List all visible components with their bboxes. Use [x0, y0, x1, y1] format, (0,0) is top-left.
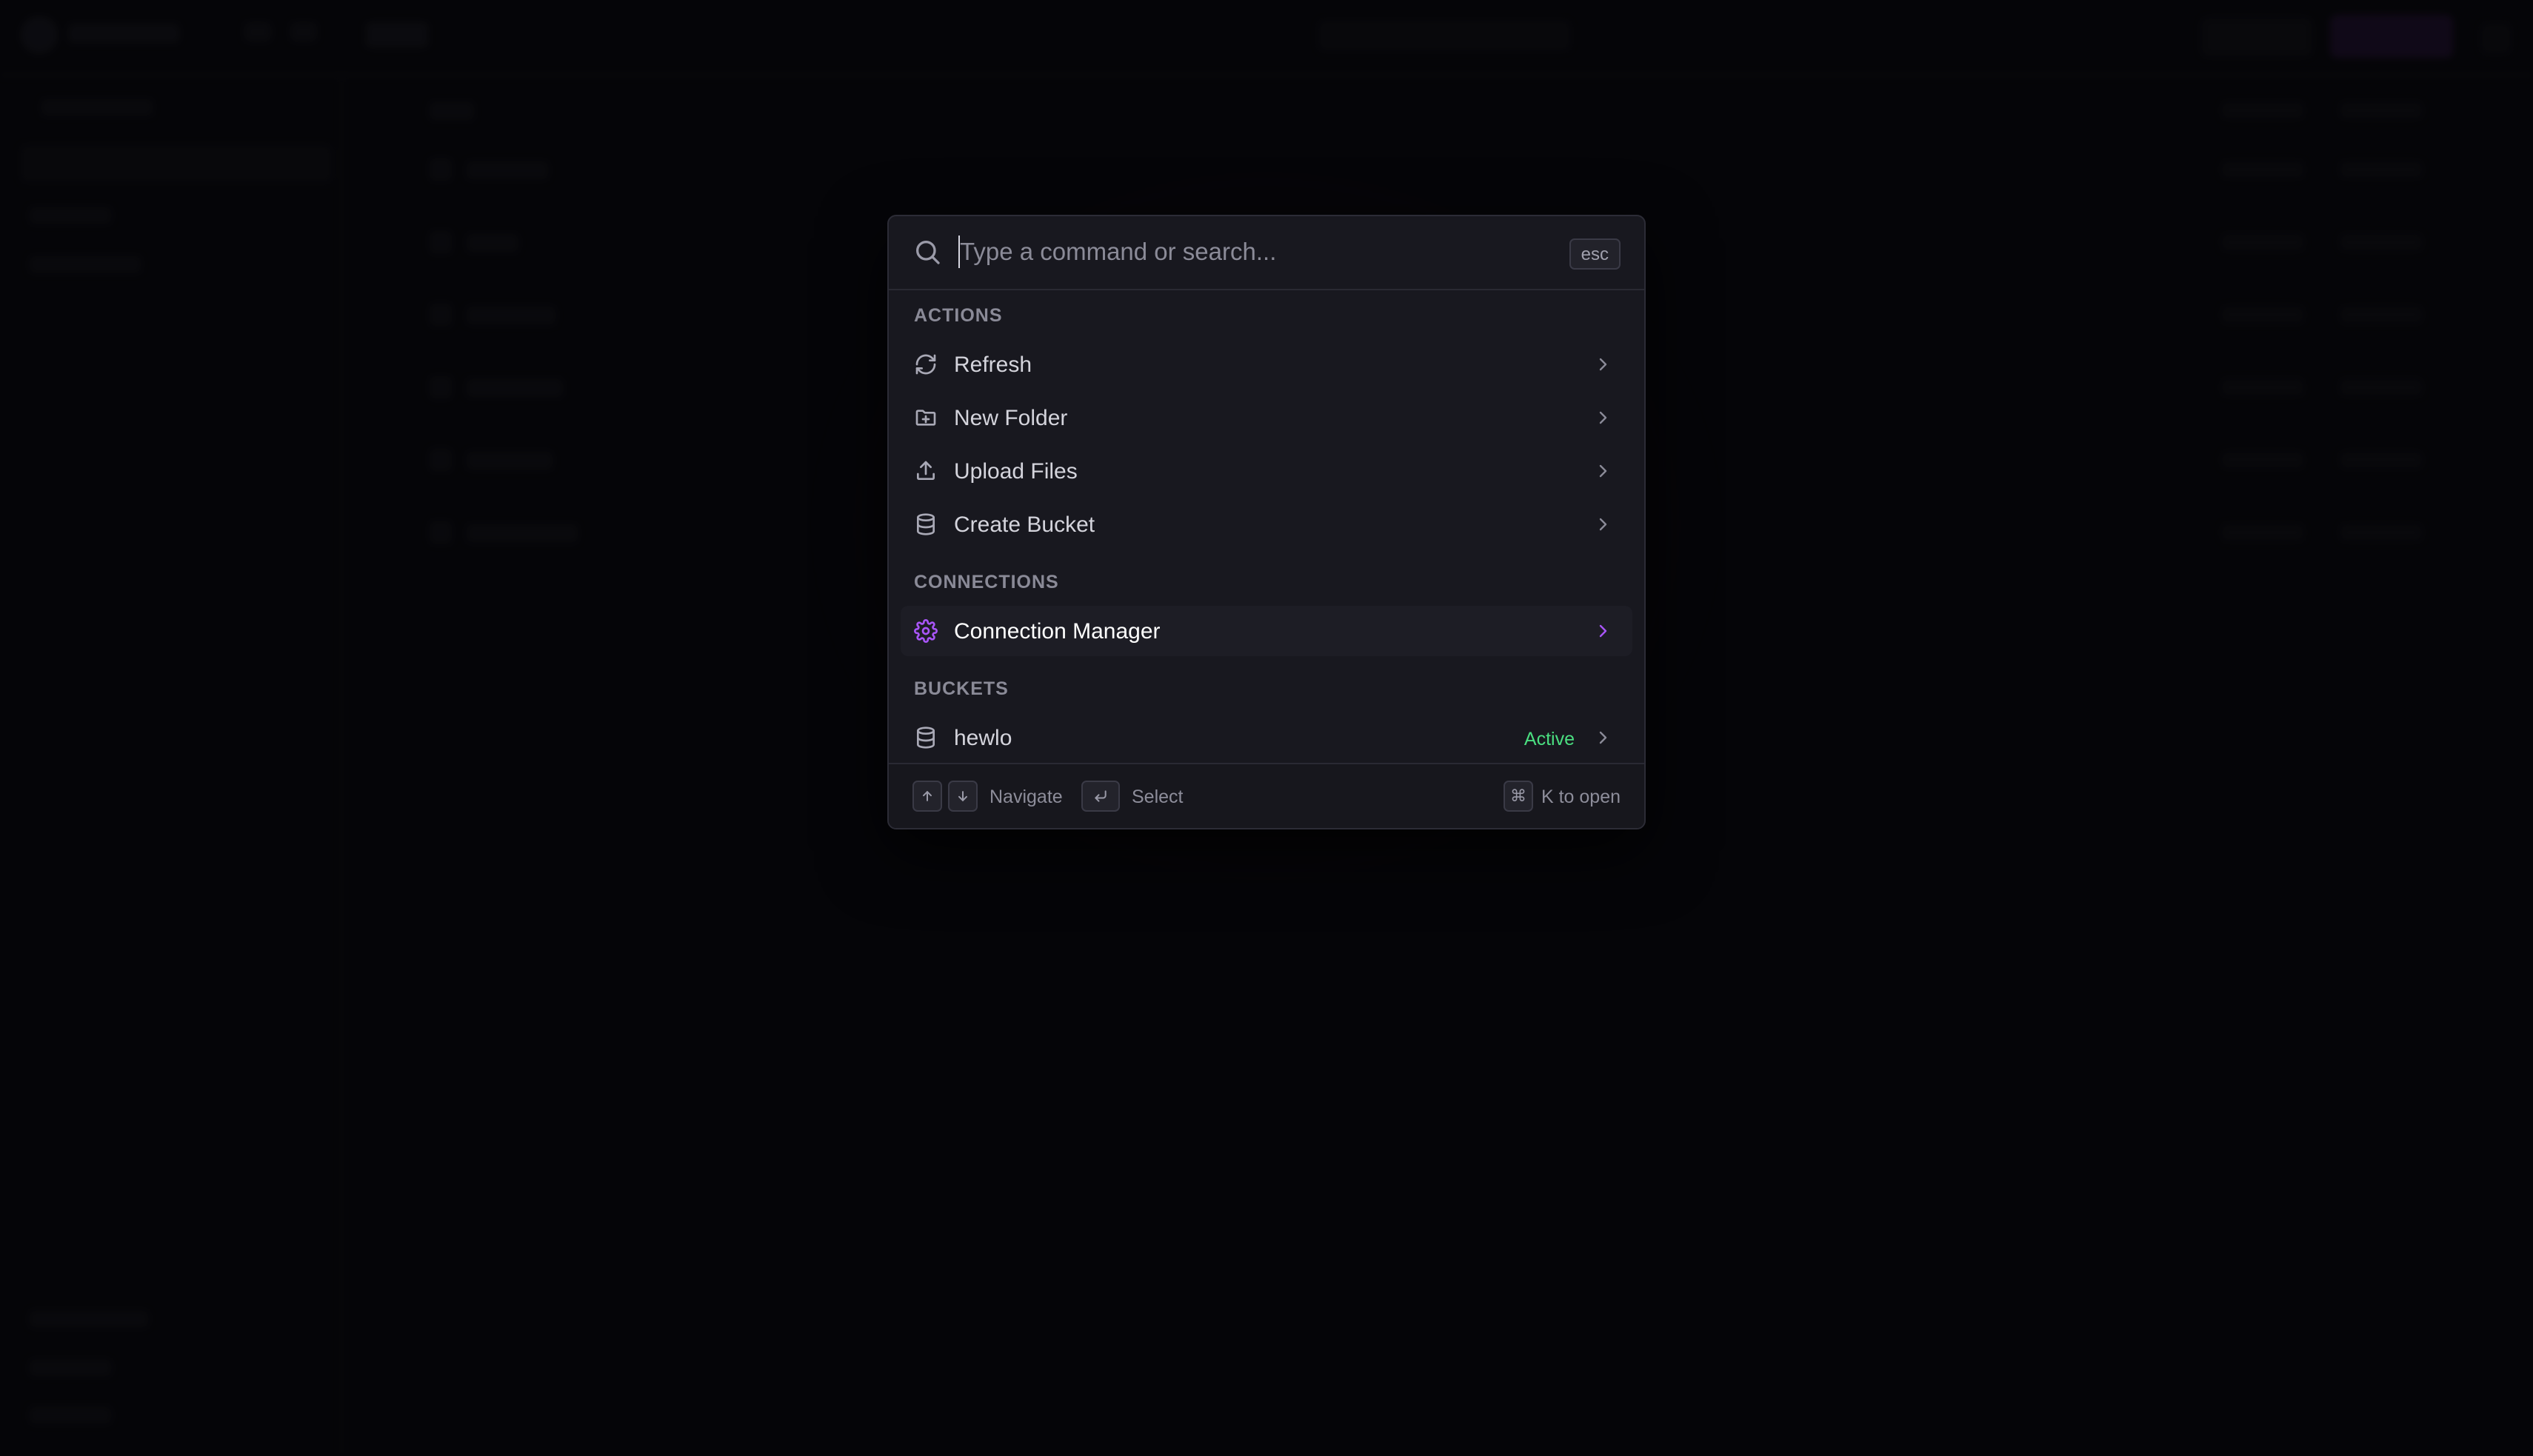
- group-label-connections: CONNECTIONS: [914, 572, 1059, 592]
- command-item-upload-files[interactable]: Upload Files: [901, 446, 1632, 496]
- arrow-up-icon: [923, 791, 932, 801]
- command-item-new-folder[interactable]: New Folder: [901, 393, 1632, 443]
- chevron-right-icon: [1599, 624, 1607, 638]
- command-item-connection-manager[interactable]: Connection Manager: [901, 606, 1632, 656]
- esc-key-badge[interactable]: esc: [1569, 238, 1621, 270]
- refresh-icon: [915, 354, 936, 375]
- group-label-buckets: BUCKETS: [914, 678, 1009, 699]
- select-hint: Select: [1132, 787, 1184, 807]
- chevron-right-icon: [1599, 358, 1607, 371]
- chevron-right-icon: [1599, 731, 1607, 744]
- database-icon: [917, 513, 935, 535]
- navigate-hint: Navigate: [989, 787, 1063, 807]
- folder-plus-icon: [915, 410, 936, 426]
- enter-icon: [1095, 790, 1107, 802]
- search-row: esc: [889, 216, 1644, 290]
- command-list: ACTIONS Refresh New Folder Upload Files …: [889, 290, 1644, 758]
- chevron-right-icon: [1599, 518, 1607, 531]
- app-window: esc ACTIONS Refresh: [0, 0, 2533, 1456]
- command-palette-footer: Navigate Select ⌘ K to open: [889, 763, 1644, 828]
- command-search-input[interactable]: [960, 233, 1523, 271]
- open-hint: K to open: [1541, 787, 1621, 807]
- command-item-label: Connection Manager: [954, 619, 1161, 644]
- group-label-actions: ACTIONS: [914, 305, 1003, 326]
- command-item-label: Refresh: [954, 353, 1032, 377]
- status-badge: Active: [1524, 729, 1575, 749]
- gear-icon: [914, 619, 938, 643]
- command-item-bucket-hewlo[interactable]: hewlo Active: [901, 712, 1632, 758]
- command-key: ⌘: [1504, 781, 1533, 812]
- enter-key: [1081, 781, 1120, 812]
- arrow-up-key: [912, 781, 942, 812]
- command-item-refresh[interactable]: Refresh: [901, 339, 1632, 390]
- upload-icon: [917, 461, 935, 480]
- command-item-label: New Folder: [954, 406, 1068, 430]
- command-palette: esc ACTIONS Refresh: [887, 215, 1646, 829]
- database-icon: [917, 727, 935, 749]
- command-item-label: Upload Files: [954, 459, 1078, 484]
- command-item-create-bucket[interactable]: Create Bucket: [901, 499, 1632, 550]
- text-caret: [958, 236, 960, 268]
- chevron-right-icon: [1599, 411, 1607, 424]
- command-item-label: hewlo: [954, 726, 1012, 750]
- arrow-down-key: [948, 781, 978, 812]
- chevron-right-icon: [1599, 464, 1607, 478]
- arrow-down-icon: [958, 791, 967, 801]
- command-item-label: Create Bucket: [954, 512, 1095, 537]
- search-icon: [916, 241, 940, 264]
